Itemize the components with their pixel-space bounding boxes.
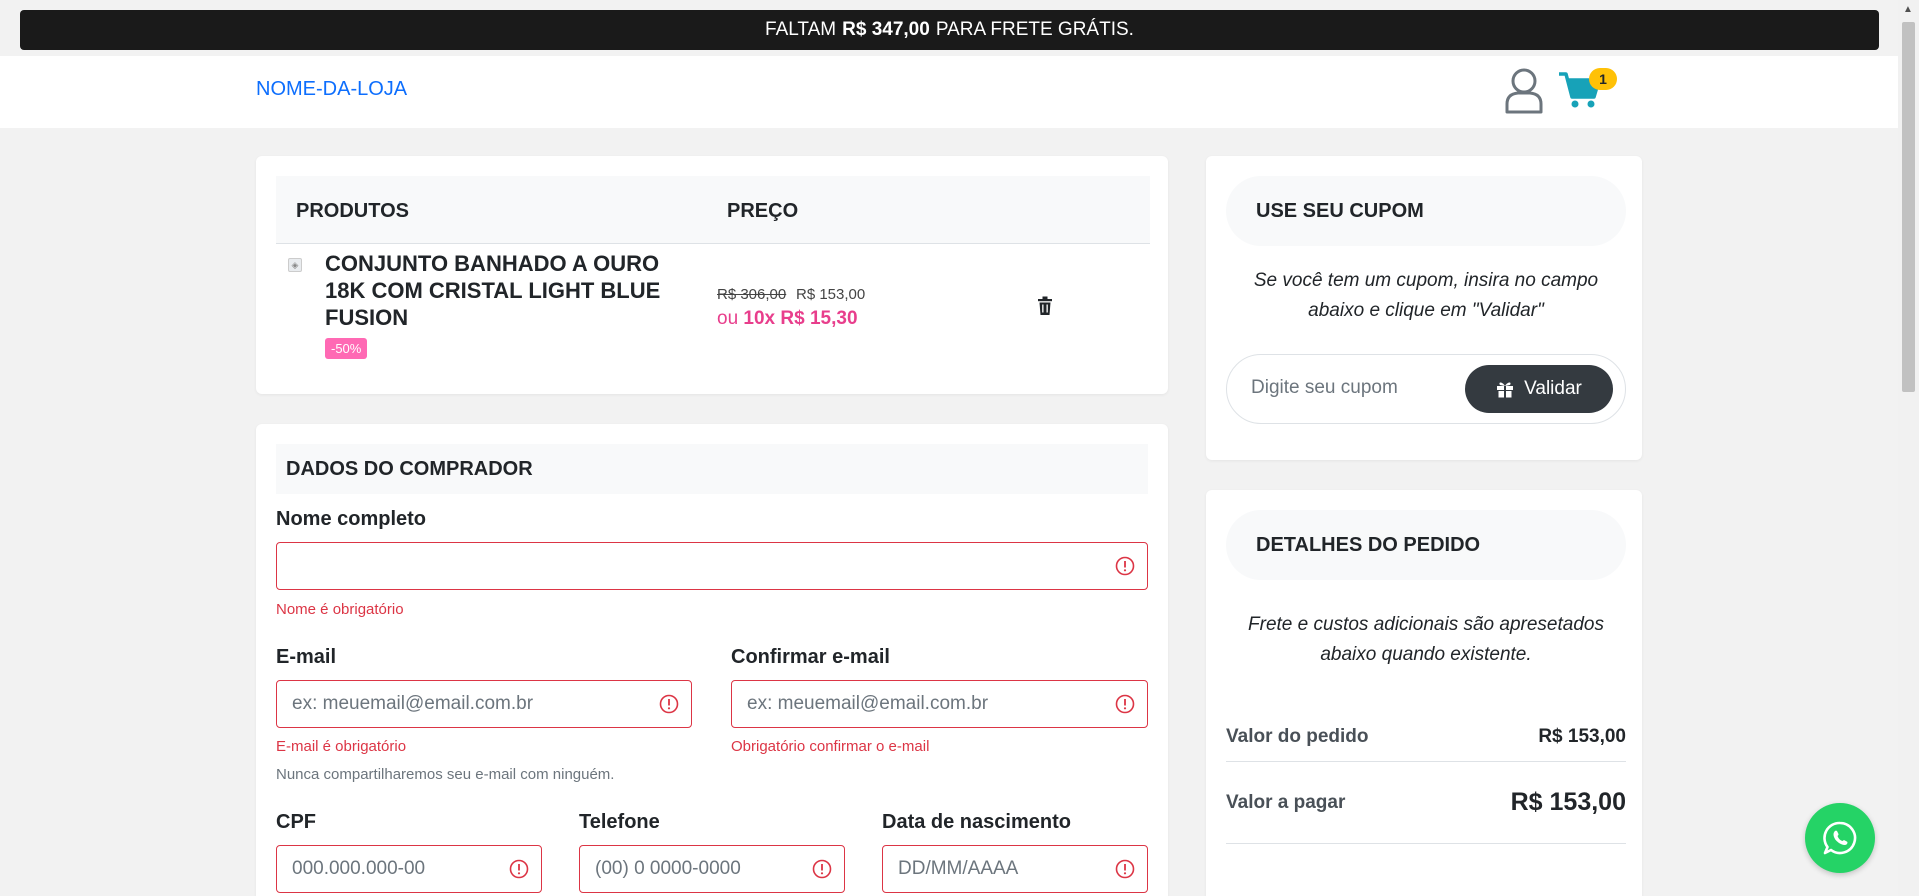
validate-coupon-button[interactable]: Validar (1465, 365, 1613, 413)
cpf-field (276, 845, 542, 893)
email-label: E-mail (276, 646, 337, 668)
coupon-title: USE SEU CUPOM (1226, 176, 1626, 246)
products-card: PRODUTOS PREÇO ◈ CONJUNTO BANHADO A OURO… (256, 156, 1168, 394)
birthdate-field (882, 845, 1148, 893)
name-error: Nome é obrigatório (276, 601, 404, 618)
free-shipping-banner: FALTAM R$ 347,00 PARA FRETE GRÁTIS. (20, 10, 1879, 50)
whatsapp-button[interactable] (1805, 803, 1875, 873)
installment-info: ou 10x R$ 15,30 (717, 308, 858, 330)
email-error: E-mail é obrigatório (276, 738, 407, 755)
coupon-description: Se você tem um cupom, insira no campo ab… (1253, 270, 1599, 321)
confirm-email-label: Confirmar e-mail (731, 646, 890, 668)
email-field (276, 680, 692, 728)
pay-value-label: Valor a pagar (1226, 791, 1346, 813)
product-name[interactable]: CONJUNTO BANHADO A OURO 18K COM CRISTAL … (325, 250, 695, 331)
cpf-input[interactable] (292, 858, 497, 880)
current-price: R$ 153,00 (796, 286, 866, 303)
phone-input[interactable] (595, 858, 800, 880)
pay-value-row: Valor a pagar R$ 153,00 (1226, 762, 1626, 844)
error-icon (509, 859, 529, 879)
trash-icon[interactable] (1037, 296, 1053, 316)
coupon-input[interactable] (1251, 377, 1461, 399)
user-icon[interactable] (1504, 66, 1544, 116)
store-logo-link[interactable]: NOME-DA-LOJA (256, 78, 407, 101)
birthdate-label: Data de nascimento (882, 811, 1071, 833)
error-icon (1115, 859, 1135, 879)
confirm-email-error: Obrigatório confirmar o e-mail (731, 738, 930, 755)
error-icon (1115, 556, 1135, 576)
products-table-header: PRODUTOS PREÇO (276, 176, 1150, 244)
banner-suffix: PARA FRETE GRÁTIS. (935, 19, 1134, 40)
email-input[interactable] (292, 693, 647, 715)
confirm-email-input[interactable] (747, 693, 1103, 715)
cart-count-badge: 1 (1589, 68, 1617, 90)
buyer-card: DADOS DO COMPRADOR Nome completo Nome é … (256, 424, 1168, 896)
validate-button-label: Validar (1524, 378, 1582, 399)
order-value-label: Valor do pedido (1226, 725, 1369, 747)
buyer-section-title: DADOS DO COMPRADOR (276, 444, 1148, 494)
name-field (276, 542, 1148, 590)
phone-label: Telefone (579, 811, 660, 833)
col-price: PREÇO (727, 200, 799, 222)
pay-value: R$ 153,00 (1510, 788, 1626, 816)
cpf-label: CPF (276, 811, 316, 833)
old-price: R$ 306,00 (717, 286, 787, 303)
banner-prefix: FALTAM (765, 19, 837, 40)
error-icon (812, 859, 832, 879)
col-products: PRODUTOS (296, 200, 409, 222)
banner-amount: R$ 347,00 (842, 19, 930, 40)
product-thumbnail-icon: ◈ (288, 258, 302, 272)
order-details-card: DETALHES DO PEDIDO Frete e custos adicio… (1206, 490, 1642, 896)
scrollbar-thumb[interactable] (1902, 22, 1915, 392)
scroll-up-arrow-icon[interactable]: ▲ (1903, 4, 1913, 15)
order-value-row: Valor do pedido R$ 153,00 (1226, 712, 1626, 762)
phone-field (579, 845, 845, 893)
discount-badge: -50% (325, 338, 368, 359)
site-header: NOME-DA-LOJA 1 (0, 56, 1898, 128)
coupon-card: USE SEU CUPOM Se você tem um cupom, insi… (1206, 156, 1642, 460)
order-details-title: DETALHES DO PEDIDO (1226, 510, 1626, 580)
order-description: Frete e custos adicionais são apresetado… (1248, 614, 1604, 665)
name-label: Nome completo (276, 508, 427, 530)
gift-icon (1497, 382, 1514, 398)
coupon-input-group: Validar (1226, 354, 1626, 424)
email-help: Nunca compartilharemos seu e-mail com ni… (276, 766, 615, 783)
error-icon (1115, 694, 1135, 714)
error-icon (659, 694, 679, 714)
birthdate-input[interactable] (898, 858, 1103, 880)
name-input[interactable] (292, 555, 1103, 577)
confirm-email-field (731, 680, 1148, 728)
installment-value: 10x R$ 15,30 (743, 308, 858, 329)
order-value: R$ 153,00 (1538, 725, 1626, 747)
whatsapp-icon (1823, 821, 1857, 855)
page-scrollbar[interactable]: ▲ (1898, 0, 1919, 896)
installment-prefix: ou (717, 308, 739, 329)
